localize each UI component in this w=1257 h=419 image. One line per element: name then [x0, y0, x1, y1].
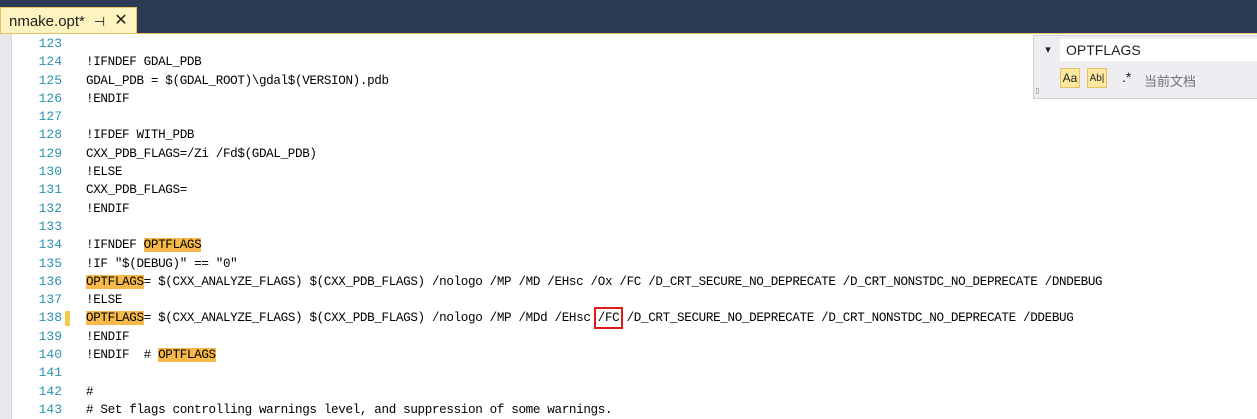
line-number: 130 — [38, 164, 62, 180]
code-token: !IFNDEF GDAL_PDB — [86, 55, 202, 70]
code-token: !IFDEF WITH_PDB — [86, 128, 195, 143]
code-line[interactable]: 128 !IFDEF WITH_PDB — [0, 126, 1257, 144]
search-match: OPTFLAGS — [86, 274, 144, 289]
code-line[interactable]: 132 !ENDIF — [0, 200, 1257, 218]
code-line[interactable]: 140 !ENDIF # OPTFLAGS — [0, 346, 1257, 364]
line-number: 142 — [38, 383, 62, 399]
code-line[interactable]: 138 OPTFLAGS= $(CXX_ANALYZE_FLAGS) $(CXX_… — [0, 307, 1257, 330]
line-number: 139 — [38, 328, 62, 344]
line-code: !IFNDEF GDAL_PDB — [86, 53, 202, 71]
code-token: GDAL_PDB = $(GDAL_ROOT)\gdal$(VERSION).p… — [86, 73, 389, 88]
code-token: !IFNDEF — [86, 238, 144, 253]
line-code: CXX_PDB_FLAGS= — [86, 181, 187, 199]
line-code: !ENDIF — [86, 90, 130, 108]
code-token: !ELSE — [86, 165, 123, 180]
line-number: 131 — [38, 182, 62, 198]
code-token: CXX_PDB_FLAGS= — [86, 183, 187, 198]
line-number: 135 — [38, 255, 62, 271]
line-code: !ELSE — [86, 163, 122, 181]
code-line[interactable]: 129 CXX_PDB_FLAGS=/Zi /Fd$(GDAL_PDB) — [0, 145, 1257, 163]
whole-word-toggle[interactable]: Ab| — [1087, 68, 1107, 88]
code-line[interactable]: 130 !ELSE — [0, 163, 1257, 181]
line-number: 129 — [38, 145, 62, 161]
line-number: 137 — [38, 292, 62, 308]
line-number: 132 — [38, 200, 62, 216]
code-token: !ELSE — [86, 293, 123, 308]
code-token: !ENDIF — [86, 201, 130, 216]
line-number: 140 — [38, 347, 62, 363]
close-icon[interactable]: ✕ — [114, 13, 127, 29]
code-token: !ENDIF — [86, 91, 130, 106]
code-token: # Set flags controlling warnings level, … — [86, 402, 613, 417]
regex-icon[interactable]: .* — [1122, 69, 1131, 85]
code-line[interactable]: 127 — [0, 108, 1257, 126]
match-case-toggle[interactable]: Aa — [1060, 68, 1080, 88]
line-code: !ENDIF # OPTFLAGS — [86, 346, 216, 364]
line-code: OPTFLAGS= $(CXX_ANALYZE_FLAGS) $(CXX_PDB… — [86, 273, 1103, 291]
line-code: # — [86, 383, 94, 401]
code-token: /D_CRT_SECURE_NO_DEPRECATE /D_CRT_NONSTD… — [619, 311, 1074, 326]
code-token: !ENDIF # — [86, 348, 159, 363]
pin-icon[interactable]: ⊣ — [94, 15, 105, 28]
line-number: 124 — [38, 54, 62, 70]
search-match: OPTFLAGS — [158, 348, 216, 363]
line-number: 125 — [38, 72, 62, 88]
resize-grip-icon[interactable]: ⁝⁝ — [1035, 86, 1040, 97]
change-marker — [65, 311, 70, 327]
code-token: CXX_PDB_FLAGS=/Zi /Fd$(GDAL_PDB) — [86, 146, 317, 161]
line-number: 126 — [38, 90, 62, 106]
code-token: = $(CXX_ANALYZE_FLAGS) $(CXX_PDB_FLAGS) … — [143, 274, 1103, 289]
chevron-down-icon[interactable]: ▾ — [1040, 42, 1056, 58]
find-input[interactable] — [1060, 39, 1257, 61]
line-code: !ELSE — [86, 291, 122, 309]
code-line[interactable]: 136 OPTFLAGS= $(CXX_ANALYZE_FLAGS) $(CXX_… — [0, 273, 1257, 291]
document-tab[interactable]: nmake.opt* ⊣ ✕ — [0, 7, 137, 34]
code-line[interactable]: 141 — [0, 364, 1257, 382]
line-number: 134 — [38, 237, 62, 253]
line-number: 128 — [38, 127, 62, 143]
code-line[interactable]: 131 CXX_PDB_FLAGS= — [0, 181, 1257, 199]
code-line[interactable]: 143 # Set flags controlling warnings leve… — [0, 401, 1257, 419]
document-tab-bar: nmake.opt* ⊣ ✕ — [0, 0, 1257, 34]
code-line[interactable]: 142 # — [0, 383, 1257, 401]
code-line[interactable]: 139 !ENDIF — [0, 328, 1257, 346]
code-line[interactable]: 133 — [0, 218, 1257, 236]
line-number: 141 — [38, 365, 62, 381]
search-scope-label[interactable]: 当前文档 — [1144, 71, 1196, 90]
line-code: !IFNDEF OPTFLAGS — [86, 236, 202, 254]
annotated-token: /FC — [593, 307, 624, 330]
line-number: 138 — [38, 310, 62, 326]
search-match: OPTFLAGS — [143, 238, 202, 253]
tab-title: nmake.opt* — [9, 12, 85, 30]
code-line[interactable]: 134 !IFNDEF OPTFLAGS — [0, 236, 1257, 254]
code-line[interactable]: 135 !IF "$(DEBUG)" == "0" — [0, 255, 1257, 273]
line-code: !IF "$(DEBUG)" == "0" — [86, 255, 238, 273]
find-widget: ▾ Aa Ab| .* 当前文档 ⁝⁝ — [1033, 35, 1257, 99]
code-line[interactable]: 137 !ELSE — [0, 291, 1257, 309]
line-code: !ENDIF — [86, 328, 130, 346]
line-code: GDAL_PDB = $(GDAL_ROOT)\gdal$(VERSION).p… — [86, 72, 389, 90]
line-code: !ENDIF — [86, 200, 130, 218]
search-match: OPTFLAGS — [86, 311, 144, 326]
line-code: !IFDEF WITH_PDB — [86, 126, 194, 144]
line-number: 133 — [38, 218, 62, 234]
line-code: CXX_PDB_FLAGS=/Zi /Fd$(GDAL_PDB) — [86, 145, 317, 163]
code-token: !ENDIF — [86, 329, 130, 344]
code-token: # — [86, 384, 94, 399]
line-number: 136 — [38, 273, 62, 289]
code-token: = $(CXX_ANALYZE_FLAGS) $(CXX_PDB_FLAGS) … — [143, 311, 598, 326]
line-code: OPTFLAGS= $(CXX_ANALYZE_FLAGS) $(CXX_PDB… — [86, 307, 1074, 330]
line-number: 143 — [38, 401, 62, 417]
line-number: 127 — [38, 109, 62, 125]
code-token: !IF "$(DEBUG)" == "0" — [86, 256, 238, 271]
line-number: 123 — [38, 36, 62, 51]
line-code: # Set flags controlling warnings level, … — [86, 401, 613, 419]
